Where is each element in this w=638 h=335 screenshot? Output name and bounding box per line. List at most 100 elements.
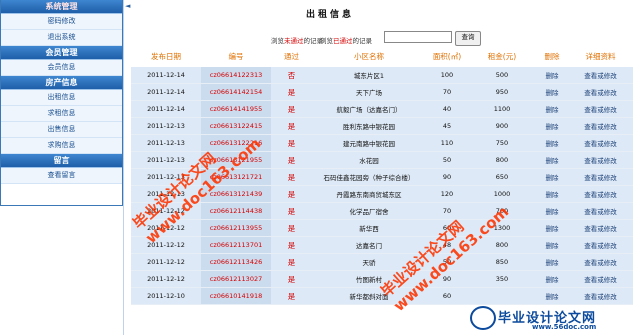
sidebar-section-title: 房产信息: [1, 76, 122, 90]
detail-link[interactable]: 查看或修改: [568, 100, 633, 118]
sidebar-section-title: 系统管理: [1, 0, 122, 14]
community-cell: 达嘉名门: [312, 236, 426, 254]
table-row: 2011-12-14 cz06614141955 是航毅广场（达嘉名门） 40 1100…: [131, 100, 633, 118]
detail-link[interactable]: 查看或修改: [568, 134, 633, 152]
detail-link[interactable]: 查看或修改: [568, 117, 633, 135]
column-header: 小区名称: [354, 52, 384, 61]
site-banner: 毕业设计论文网 www.56doc.com: [470, 306, 638, 335]
approved-cell: 是: [271, 83, 312, 101]
date-cell: 2011-12-12: [131, 236, 201, 254]
community-cell: 新华西: [312, 219, 426, 237]
detail-link[interactable]: 查看或修改: [568, 168, 633, 186]
sidebar-item[interactable]: 求租信息: [1, 106, 122, 122]
sidebar-item[interactable]: 求购信息: [1, 138, 122, 154]
column-header: 租金(元): [487, 52, 517, 61]
delete-link[interactable]: 删除: [536, 236, 568, 254]
sidebar-item[interactable]: 出租信息: [1, 90, 122, 106]
detail-link[interactable]: 查看或修改: [568, 67, 633, 84]
date-cell: 2011-12-14: [131, 100, 201, 118]
rent-cell: 350: [468, 270, 536, 288]
date-cell: 2011-12-13: [131, 168, 201, 186]
logo-icon: [470, 306, 496, 330]
approved-cell: 是: [271, 287, 312, 305]
detail-link[interactable]: 查看或修改: [568, 287, 633, 305]
community-cell: 水花园: [312, 151, 426, 169]
delete-link[interactable]: 删除: [536, 151, 568, 169]
date-cell: 2011-12-13: [131, 151, 201, 169]
column-header: 通过: [284, 52, 299, 61]
detail-link[interactable]: 查看或修改: [568, 83, 633, 101]
detail-link[interactable]: 查看或修改: [568, 219, 633, 237]
rent-cell: 500: [468, 67, 536, 84]
delete-link[interactable]: 删除: [536, 287, 568, 305]
date-cell: 2011-12-14: [131, 67, 201, 84]
detail-link[interactable]: 查看或修改: [568, 151, 633, 169]
column-header: 详细资料: [585, 52, 616, 61]
id-cell: cz06613122415: [201, 117, 271, 135]
table-row: 2011-12-10 cz06610141918 是新华都斜对面 60 删除 查看或修改: [131, 287, 633, 305]
approved-cell: 是: [271, 219, 312, 237]
rent-cell: 700: [468, 202, 536, 220]
sidebar-item[interactable]: 查看留言: [1, 168, 122, 184]
column-header: 面积(㎡): [432, 52, 462, 61]
delete-link[interactable]: 删除: [536, 134, 568, 152]
area-cell: 70: [426, 202, 468, 220]
approved-link[interactable]: 浏览已通过的记录: [320, 35, 372, 45]
approved-cell: 是: [271, 236, 312, 254]
date-cell: 2011-12-12: [131, 270, 201, 288]
date-cell: 2011-12-14: [131, 83, 201, 101]
id-cell: cz06614142154: [201, 83, 271, 101]
delete-link[interactable]: 删除: [536, 67, 568, 84]
table-row: 2011-12-12 cz06612114438 是化学品厂宿舍 70 700 删除 查看或…: [131, 202, 633, 220]
column-header: 删除: [544, 52, 560, 61]
sidebar-item[interactable]: 密码修改: [1, 14, 122, 30]
approved-cell: 是: [271, 253, 312, 271]
date-cell: 2011-12-13: [131, 134, 201, 152]
search-button[interactable]: 查询: [455, 31, 481, 46]
search-input[interactable]: [384, 31, 452, 43]
area-cell: 48: [426, 236, 468, 254]
delete-link[interactable]: 删除: [536, 202, 568, 220]
sidebar-item[interactable]: 出售信息: [1, 122, 122, 138]
delete-link[interactable]: 删除: [536, 117, 568, 135]
detail-link[interactable]: 查看或修改: [568, 270, 633, 288]
area-cell: 90: [426, 168, 468, 186]
delete-link[interactable]: 删除: [536, 100, 568, 118]
delete-link[interactable]: 删除: [536, 270, 568, 288]
rent-cell: 1300: [468, 219, 536, 237]
collapse-arrow-icon[interactable]: ◄: [125, 2, 130, 10]
delete-link[interactable]: 删除: [536, 253, 568, 271]
sidebar-item[interactable]: 退出系统: [1, 30, 122, 46]
community-cell: 化学品厂宿舍: [312, 202, 426, 220]
rent-cell: 950: [468, 83, 536, 101]
community-cell: 城东片区1: [312, 67, 426, 84]
id-cell: cz06614122313: [201, 67, 271, 84]
community-cell: 天骄: [312, 253, 426, 271]
delete-link[interactable]: 删除: [536, 185, 568, 203]
delete-link[interactable]: 删除: [536, 219, 568, 237]
sidebar-item[interactable]: 会员信息: [1, 60, 122, 76]
rent-cell: 1100: [468, 100, 536, 118]
approved-cell: 是: [271, 117, 312, 135]
community-cell: 新华都斜对面: [312, 287, 426, 305]
area-cell: 100: [426, 67, 468, 84]
delete-link[interactable]: 删除: [536, 168, 568, 186]
id-cell: cz06612113426: [201, 253, 271, 271]
date-cell: 2011-12-12: [131, 219, 201, 237]
table-row: 2011-12-14 cz06614122313 否城东片区1 100 500 删除 查看或…: [131, 67, 633, 84]
detail-link[interactable]: 查看或修改: [568, 236, 633, 254]
id-cell: cz06614141955: [201, 100, 271, 118]
delete-link[interactable]: 删除: [536, 83, 568, 101]
id-cell: cz06613121721: [201, 168, 271, 186]
detail-link[interactable]: 查看或修改: [568, 185, 633, 203]
community-cell: 建元南路中银花园: [312, 134, 426, 152]
approved-cell: 是: [271, 202, 312, 220]
approved-cell: 是: [271, 185, 312, 203]
detail-link[interactable]: 查看或修改: [568, 253, 633, 271]
area-cell: 60: [426, 219, 468, 237]
community-cell: 航毅广场（达嘉名门）: [312, 100, 426, 118]
area-cell: 45: [426, 117, 468, 135]
unapproved-link[interactable]: 浏览未通过的记录: [271, 35, 323, 45]
date-cell: 2011-12-10: [131, 287, 201, 305]
detail-link[interactable]: 查看或修改: [568, 202, 633, 220]
